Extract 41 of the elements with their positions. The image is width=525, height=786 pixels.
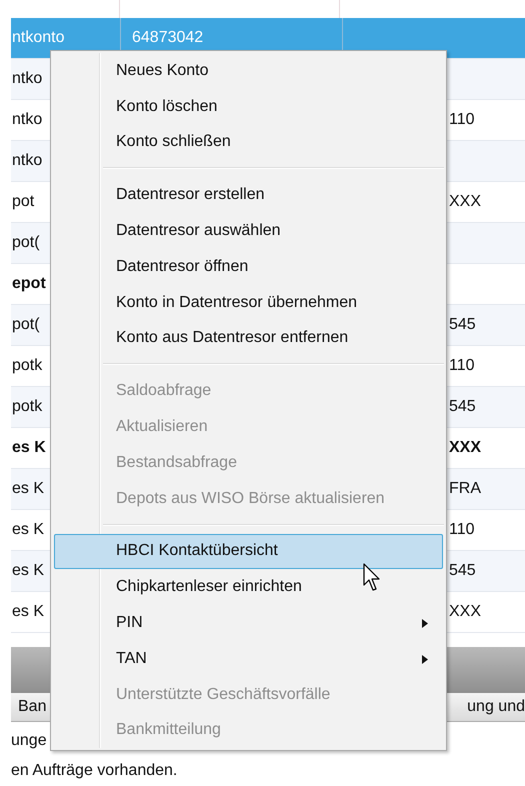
table-cell: potk (12, 398, 42, 415)
table-cell: ntko (12, 70, 42, 87)
table-cell: 64873042 (132, 29, 204, 47)
table-cell: pot( (12, 234, 40, 251)
menu-item[interactable]: Konto löschen (54, 88, 443, 125)
status-text: unge (11, 731, 47, 751)
table-cell: 110 (449, 357, 475, 375)
tab[interactable]: Ban (11, 698, 54, 716)
table-cell: XXX (449, 603, 482, 621)
table-cell: es K (12, 521, 44, 538)
table-cell: 545 (449, 316, 476, 334)
table-cell: es K (12, 562, 44, 579)
menu-item[interactable]: HBCI Kontaktübersicht (54, 534, 443, 570)
menu-item[interactable]: Datentresor erstellen (54, 177, 443, 214)
table-cell: es K (12, 603, 44, 620)
status-text: en Aufträge vorhanden. (11, 761, 178, 781)
table-cell: es K (12, 480, 44, 497)
table-cell: 545 (449, 398, 476, 416)
table-cell: pot (12, 193, 34, 210)
menu-item[interactable]: PIN (54, 605, 443, 641)
table-cell: epot (12, 275, 46, 292)
table-cell: ntko (12, 152, 42, 169)
table-cell: XXX (449, 439, 482, 457)
table-cell: ntkonto (12, 29, 64, 46)
menu-item[interactable]: Datentresor öffnen (54, 248, 443, 285)
tab[interactable]: ung und (460, 698, 525, 716)
table-cell: potk (12, 357, 42, 374)
table-cell: ntko (12, 111, 42, 128)
menu-item[interactable]: Datentresor auswählen (54, 213, 443, 249)
menu-item[interactable]: TAN (54, 640, 443, 677)
menu-item[interactable]: Chipkartenleser einrichten (54, 569, 443, 606)
menu-item[interactable]: Konto in Datentresor übernehmen (54, 284, 443, 321)
menu-item[interactable]: Konto aus Datentresor entfernen (54, 320, 443, 356)
menu-item[interactable]: Konto schließen (54, 124, 443, 160)
table-cell: es K (12, 439, 46, 456)
table-cell: 110 (449, 521, 475, 539)
table-cell: XXX (449, 193, 482, 211)
table-cell: FRA (449, 480, 481, 498)
table-cell: pot( (12, 316, 40, 333)
table-cell: 545 (449, 562, 476, 580)
table-cell: 110 (449, 111, 475, 129)
